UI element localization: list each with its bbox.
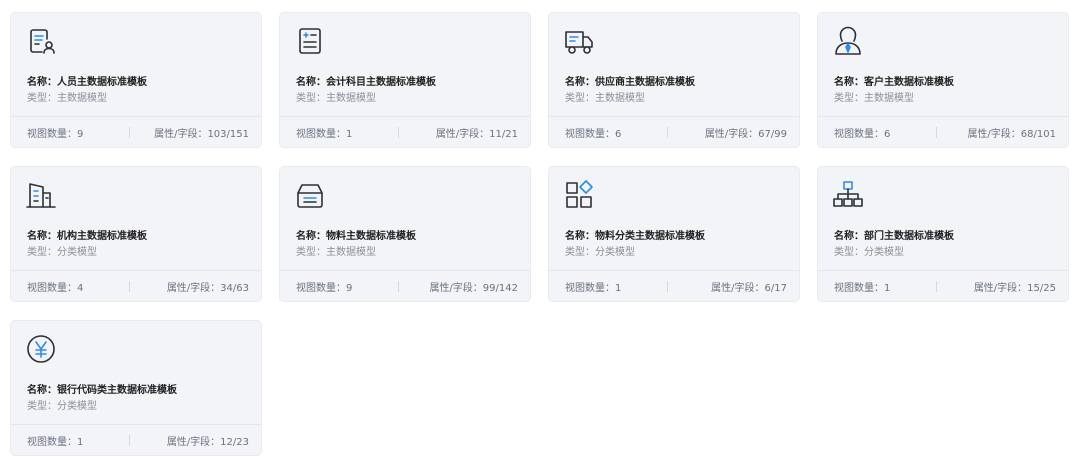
card-footer: 视图数量：9 属性/字段：103/151 [11, 116, 261, 147]
truck-icon [563, 25, 595, 57]
building-icon [25, 179, 57, 211]
view-count: 视图数量：6 [834, 128, 891, 140]
card-footer: 视图数量：6 属性/字段：68/101 [818, 116, 1068, 147]
org-tree-icon [832, 179, 864, 211]
template-card-grid: 名称：人员主数据标准模板 类型：主数据模型 视图数量：9 属性/字段：103/1… [10, 12, 1069, 456]
view-count: 视图数量：1 [565, 282, 622, 294]
template-card[interactable]: 名称：部门主数据标准模板 类型：分类模型 视图数量：1 属性/字段：15/25 [817, 166, 1069, 302]
template-type: 类型：分类模型 [27, 401, 97, 412]
field-count: 属性/字段：6/17 [711, 282, 787, 294]
field-count: 属性/字段：99/142 [429, 282, 518, 294]
field-count: 属性/字段：11/21 [435, 128, 518, 140]
template-name: 名称：机构主数据标准模板 [27, 231, 147, 242]
view-count: 视图数量：4 [27, 282, 84, 294]
template-name: 名称：物料主数据标准模板 [296, 231, 416, 242]
field-count: 属性/字段：34/63 [166, 282, 249, 294]
template-name: 名称：银行代码类主数据标准模板 [27, 385, 177, 396]
template-type: 类型：主数据模型 [296, 93, 376, 104]
card-footer: 视图数量：1 属性/字段：12/23 [11, 424, 261, 455]
template-card[interactable]: 名称：供应商主数据标准模板 类型：主数据模型 视图数量：6 属性/字段：67/9… [548, 12, 800, 148]
view-count: 视图数量：9 [27, 128, 84, 140]
card-footer: 视图数量：1 属性/字段：15/25 [818, 270, 1068, 301]
template-name: 名称：客户主数据标准模板 [834, 77, 954, 88]
field-count: 属性/字段：12/23 [166, 436, 249, 448]
template-name: 名称：人员主数据标准模板 [27, 77, 147, 88]
template-type: 类型：主数据模型 [834, 93, 914, 104]
template-type: 类型：主数据模型 [565, 93, 645, 104]
view-count: 视图数量：1 [27, 436, 84, 448]
template-type: 类型：主数据模型 [27, 93, 107, 104]
template-card[interactable]: 名称：机构主数据标准模板 类型：分类模型 视图数量：4 属性/字段：34/63 [10, 166, 262, 302]
template-type: 类型：分类模型 [27, 247, 97, 258]
inbox-tray-icon [294, 179, 326, 211]
template-card[interactable]: 名称：物料分类主数据标准模板 类型：分类模型 视图数量：1 属性/字段：6/17 [548, 166, 800, 302]
view-count: 视图数量：1 [834, 282, 891, 294]
template-type: 类型：主数据模型 [296, 247, 376, 258]
customer-icon [832, 25, 864, 57]
category-shapes-icon [563, 179, 595, 211]
template-name: 名称：部门主数据标准模板 [834, 231, 954, 242]
template-name: 名称：物料分类主数据标准模板 [565, 231, 705, 242]
field-count: 属性/字段：67/99 [704, 128, 787, 140]
template-type: 类型：分类模型 [565, 247, 635, 258]
template-card[interactable]: 名称：客户主数据标准模板 类型：主数据模型 视图数量：6 属性/字段：68/10… [817, 12, 1069, 148]
card-footer: 视图数量：1 属性/字段：6/17 [549, 270, 799, 301]
view-count: 视图数量：6 [565, 128, 622, 140]
card-footer: 视图数量：1 属性/字段：11/21 [280, 116, 530, 147]
field-count: 属性/字段：103/151 [154, 128, 249, 140]
card-footer: 视图数量：6 属性/字段：67/99 [549, 116, 799, 147]
yen-coin-icon [25, 333, 57, 365]
template-card[interactable]: 名称：人员主数据标准模板 类型：主数据模型 视图数量：9 属性/字段：103/1… [10, 12, 262, 148]
card-footer: 视图数量：4 属性/字段：34/63 [11, 270, 261, 301]
view-count: 视图数量：9 [296, 282, 353, 294]
ledger-document-icon [294, 25, 326, 57]
template-card-page: 名称：人员主数据标准模板 类型：主数据模型 视图数量：9 属性/字段：103/1… [0, 0, 1080, 471]
template-name: 名称：供应商主数据标准模板 [565, 77, 695, 88]
user-document-icon [25, 25, 57, 57]
template-type: 类型：分类模型 [834, 247, 904, 258]
template-card[interactable]: 名称：物料主数据标准模板 类型：主数据模型 视图数量：9 属性/字段：99/14… [279, 166, 531, 302]
view-count: 视图数量：1 [296, 128, 353, 140]
card-footer: 视图数量：9 属性/字段：99/142 [280, 270, 530, 301]
field-count: 属性/字段：15/25 [973, 282, 1056, 294]
template-card[interactable]: 名称：会计科目主数据标准模板 类型：主数据模型 视图数量：1 属性/字段：11/… [279, 12, 531, 148]
field-count: 属性/字段：68/101 [967, 128, 1056, 140]
template-card[interactable]: 名称：银行代码类主数据标准模板 类型：分类模型 视图数量：1 属性/字段：12/… [10, 320, 262, 456]
template-name: 名称：会计科目主数据标准模板 [296, 77, 436, 88]
